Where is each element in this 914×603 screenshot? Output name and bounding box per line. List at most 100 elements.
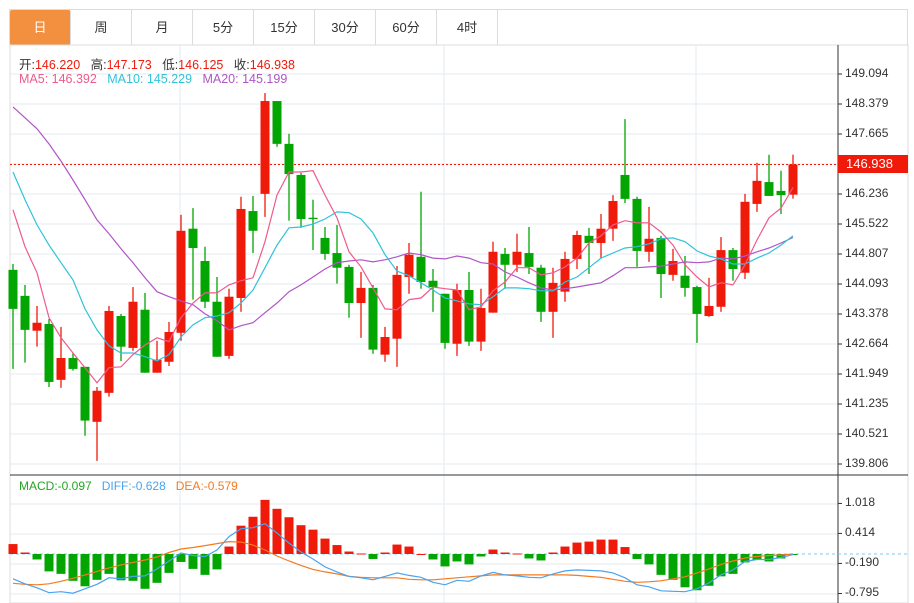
macd-bar: [356, 553, 366, 555]
macd-bar: [320, 538, 330, 554]
macd-legend: MACD:-0.097 DIFF:-0.628 DEA:-0.579: [19, 479, 238, 493]
ma20-line: [12, 106, 794, 331]
macd-bar: [200, 554, 210, 575]
candle-up: [512, 251, 522, 265]
price-axis-label: 141.949: [845, 366, 889, 380]
macd-bar: [272, 508, 282, 554]
candle-up: [476, 308, 486, 342]
ma5-value: MA5: 146.392: [19, 72, 97, 86]
price-axis-label: 144.093: [845, 276, 889, 290]
current-price-tag: 146.938: [838, 155, 908, 173]
macd-axis-label: 0.414: [845, 525, 876, 540]
dea-value: DEA:-0.579: [175, 479, 238, 493]
candle-up: [452, 289, 462, 344]
ma5-line: [12, 170, 794, 384]
macd-bar: [332, 545, 342, 554]
candle-up: [104, 310, 114, 393]
open-label: 开:: [19, 58, 35, 72]
candle-up: [644, 238, 654, 252]
candle-down: [212, 301, 222, 357]
price-axis-label: 140.521: [845, 426, 889, 440]
candle-down: [500, 253, 510, 265]
macd-bar: [632, 554, 642, 559]
candle-down: [632, 198, 642, 251]
macd-bar: [668, 554, 678, 580]
ohlc-legend: 开:146.220 高:147.173 低:146.125 收:146.938: [19, 54, 295, 73]
candle-up: [92, 390, 102, 422]
candle-up: [380, 337, 390, 355]
macd-bar: [368, 554, 378, 559]
macd-bar: [440, 554, 450, 567]
price-axis-label: 139.806: [845, 456, 889, 470]
macd-bar: [452, 554, 462, 562]
diff-value: DIFF:-0.628: [101, 479, 166, 493]
macd-bar: [404, 546, 414, 554]
open-value: 146.220: [34, 58, 81, 72]
macd-bar: [392, 544, 402, 554]
candle-down: [248, 211, 258, 231]
macd-bar: [644, 554, 654, 565]
candle-up: [488, 251, 498, 313]
candle-down: [8, 269, 18, 309]
macd-axis-label: 1.018: [845, 495, 876, 510]
macd-bar: [488, 549, 498, 554]
candle-down: [524, 253, 534, 267]
macd-bar: [464, 554, 474, 565]
macd-bar: [560, 546, 570, 554]
candle-down: [656, 237, 666, 275]
macd-bar: [596, 539, 606, 554]
candle-down: [308, 217, 318, 220]
candle-down: [320, 237, 330, 254]
candle-up: [236, 208, 246, 298]
macd-bar: [284, 517, 294, 554]
candle-down: [368, 287, 378, 350]
candle-down: [20, 295, 30, 330]
macd-bar: [212, 554, 222, 570]
candle-up: [752, 180, 762, 204]
macd-bar: [680, 554, 690, 588]
candle-up: [572, 234, 582, 259]
macd-bar: [500, 552, 510, 554]
ma-legend: MA5: 146.392 MA10: 145.229 MA20: 145.199: [19, 72, 287, 86]
candle-down: [428, 280, 438, 288]
candle-down: [284, 143, 294, 175]
candle-down: [116, 316, 126, 347]
candle-down: [188, 228, 198, 248]
candle-up: [224, 296, 234, 356]
candle-down: [464, 289, 474, 342]
close-label: 收:: [233, 58, 250, 72]
price-axis-label: 145.522: [845, 216, 889, 230]
low-label: 低:: [162, 58, 179, 72]
macd-bar: [308, 529, 318, 554]
macd-bar: [476, 554, 486, 557]
candle-down: [776, 190, 786, 196]
price-axis-label: 146.236: [845, 186, 889, 200]
low-value: 146.125: [178, 58, 224, 72]
macd-bar: [32, 554, 42, 560]
macd-bar: [416, 554, 426, 555]
price-axis-label: 144.807: [845, 246, 889, 260]
candle-up: [32, 322, 42, 331]
macd-bar: [344, 551, 354, 554]
kline-chart[interactable]: [0, 0, 914, 603]
macd-bar: [572, 542, 582, 554]
macd-bar: [260, 499, 270, 554]
candle-up: [788, 164, 798, 195]
candle-down: [416, 256, 426, 283]
price-axis-label: 149.094: [845, 66, 889, 80]
ma20-value: MA20: 145.199: [202, 72, 288, 86]
macd-bar: [548, 552, 558, 554]
candle-up: [560, 258, 570, 292]
ma10-value: MA10: 145.229: [107, 72, 193, 86]
macd-axis-label: -0.190: [845, 555, 880, 570]
close-value: 146.938: [249, 58, 295, 72]
candle-up: [356, 287, 366, 303]
candle-down: [272, 101, 282, 144]
candle-down: [620, 174, 630, 199]
macd-bar: [656, 554, 666, 575]
candle-down: [584, 235, 594, 243]
candle-up: [152, 359, 162, 373]
macd-bar: [20, 552, 30, 554]
macd-bar: [608, 539, 618, 554]
candle-down: [68, 358, 78, 369]
